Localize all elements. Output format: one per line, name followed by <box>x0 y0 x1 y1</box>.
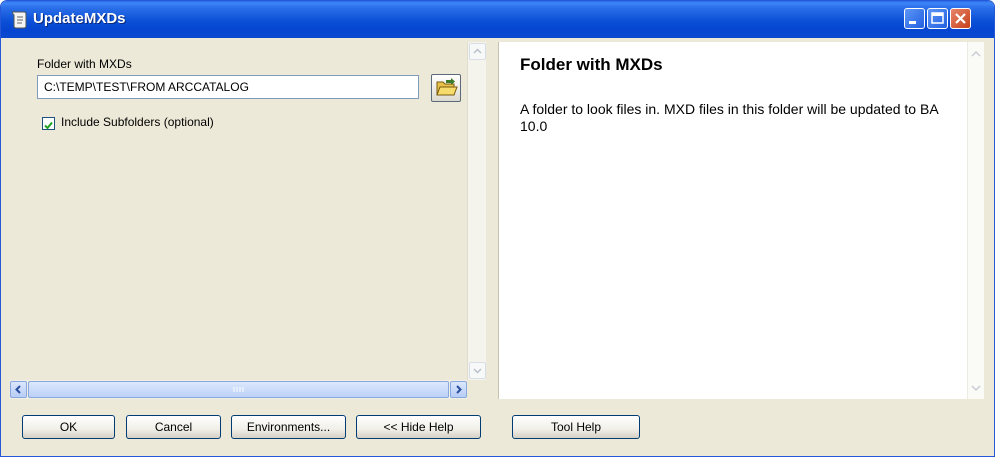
horizontal-scroll-thumb[interactable] <box>28 381 449 398</box>
chevron-up-icon <box>473 48 482 54</box>
parameters-horizontal-scrollbar[interactable] <box>10 380 467 399</box>
close-button[interactable] <box>950 8 971 29</box>
help-scroll-down-button[interactable] <box>968 380 984 396</box>
scroll-right-button[interactable] <box>450 381 467 398</box>
window-title: UpdateMXDs <box>33 10 126 27</box>
scroll-down-button[interactable] <box>469 362 486 379</box>
scroll-left-button[interactable] <box>10 381 27 398</box>
help-title: Folder with MXDs <box>520 55 663 74</box>
pane-splitter[interactable] <box>486 42 498 399</box>
python-script-icon <box>11 10 29 30</box>
button-bar: OK Cancel Environments... << Hide Help T… <box>10 403 985 451</box>
chevron-right-icon <box>456 385 462 394</box>
help-pane: Folder with MXDs A folder to look files … <box>498 42 984 399</box>
minimize-button[interactable] <box>904 8 925 29</box>
include-subfolders-label: Include Subfolders (optional) <box>61 115 214 129</box>
help-vertical-scrollbar[interactable] <box>967 42 984 399</box>
grip-icon <box>233 387 244 392</box>
help-scroll-up-button[interactable] <box>968 46 984 62</box>
chevron-down-icon <box>473 368 482 374</box>
scrollbar-corner <box>467 380 486 399</box>
parameters-vertical-scrollbar[interactable] <box>467 42 486 380</box>
environments-button[interactable]: Environments... <box>231 415 346 439</box>
browse-button[interactable] <box>431 74 461 102</box>
include-subfolders-checkbox[interactable] <box>42 117 55 130</box>
ok-button[interactable]: OK <box>22 415 115 439</box>
chevron-up-icon <box>971 50 981 57</box>
dialog-window: UpdateMXDs Folder with MXDs Include Subf… <box>0 0 995 457</box>
checkmark-icon <box>44 121 53 130</box>
chevron-down-icon <box>971 385 981 392</box>
help-description: A folder to look files in. MXD files in … <box>520 101 938 134</box>
close-icon <box>955 13 966 24</box>
folder-input[interactable] <box>37 75 419 99</box>
maximize-icon <box>931 12 944 24</box>
chevron-left-icon <box>15 385 21 394</box>
open-folder-icon <box>436 78 458 96</box>
scroll-up-button[interactable] <box>469 43 486 60</box>
cancel-button[interactable]: Cancel <box>126 415 221 439</box>
parameters-pane: Folder with MXDs Include Subfolders (opt… <box>10 42 467 380</box>
hide-help-button[interactable]: << Hide Help <box>356 415 481 439</box>
tool-help-button[interactable]: Tool Help <box>512 415 640 439</box>
folder-label: Folder with MXDs <box>37 57 132 71</box>
maximize-button[interactable] <box>927 8 948 29</box>
title-bar[interactable]: UpdateMXDs <box>1 1 994 38</box>
minimize-icon <box>909 21 916 24</box>
